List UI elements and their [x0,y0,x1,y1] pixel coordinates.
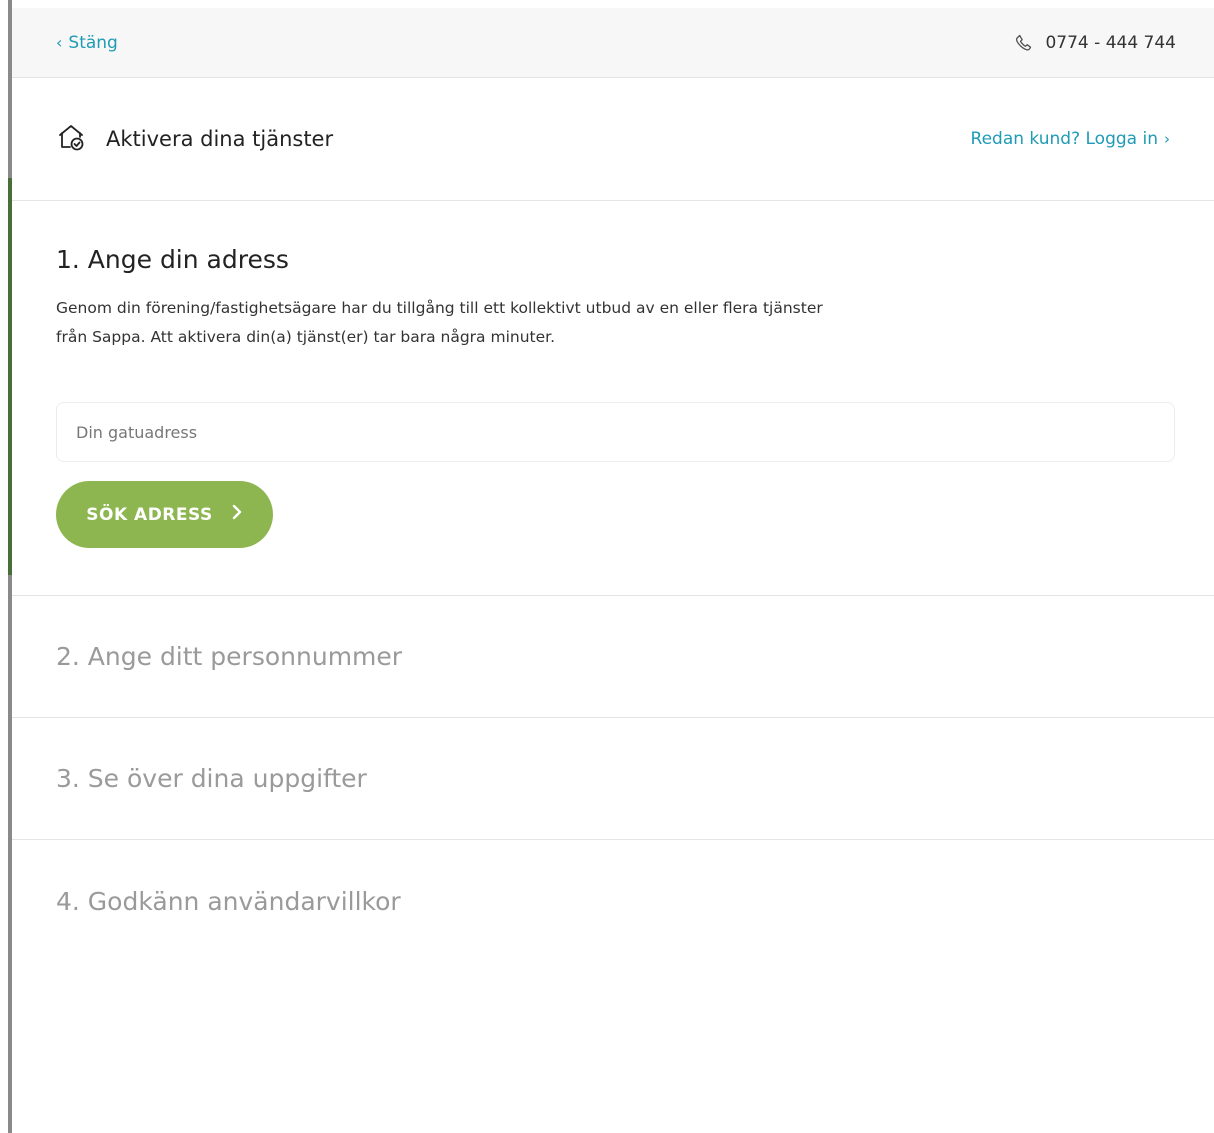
close-label: Stäng [68,32,118,53]
search-address-label: SÖK ADRESS [86,504,213,525]
house-check-icon [56,122,86,157]
step-personal-number[interactable]: 2. Ange ditt personnummer [12,596,1214,718]
step-title: 1. Ange din adress [56,245,289,274]
step-title: 2. Ange ditt personnummer [56,642,403,671]
chevron-right-icon: › [1164,130,1170,148]
service-header: Aktivera dina tjänster Redan kund? Logga… [12,78,1214,201]
login-label: Redan kund? Logga in [970,129,1158,149]
step-title: 4. Godkänn användarvillkor [56,886,401,916]
search-address-button[interactable]: SÖK ADRESS [56,481,273,548]
step-address: 1. Ange din adress Genom din förening/fa… [12,201,1214,596]
login-link[interactable]: Redan kund? Logga in › [971,129,1170,149]
phone-icon [1013,33,1033,53]
chevron-left-icon: ‹ [56,32,63,52]
top-bar: ‹ Stäng 0774 - 444 744 [12,8,1214,78]
chevron-right-icon [231,504,243,525]
service-title-group: Aktivera dina tjänster [56,122,333,157]
window-left-edge [0,0,12,1133]
step-review-details[interactable]: 3. Se över dina uppgifter [12,718,1214,840]
step-title: 3. Se över dina uppgifter [56,764,367,793]
phone-contact: 0774 - 444 744 [1013,33,1176,53]
step-accept-terms[interactable]: 4. Godkänn användarvillkor [12,840,1214,962]
street-address-input[interactable] [56,402,1175,462]
close-link[interactable]: ‹ Stäng [56,33,118,53]
activation-panel: ‹ Stäng 0774 - 444 744 Aktivera dina tjä… [12,8,1214,1133]
phone-number: 0774 - 444 744 [1045,32,1176,53]
service-title: Aktivera dina tjänster [106,127,334,151]
step-description: Genom din förening/fastighetsägare har d… [56,299,823,346]
